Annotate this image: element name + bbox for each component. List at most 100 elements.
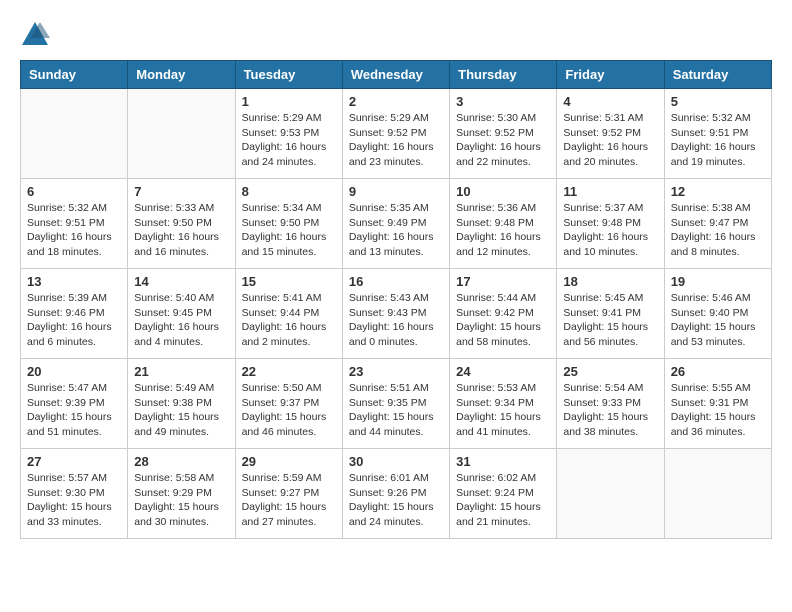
day-number: 27: [27, 454, 121, 469]
calendar-cell: 7 Sunrise: 5:33 AM Sunset: 9:50 PM Daylig…: [128, 179, 235, 269]
day-number: 5: [671, 94, 765, 109]
calendar-cell: [557, 449, 664, 539]
calendar-cell: 3Sunrise: 5:30 AM Sunset: 9:52 PM Daylig…: [450, 89, 557, 179]
day-number: 19: [671, 274, 765, 289]
day-number: 31: [456, 454, 550, 469]
calendar-cell: 22Sunrise: 5:50 AM Sunset: 9:37 PM Dayli…: [235, 359, 342, 449]
day-info: Sunrise: 5:39 AM Sunset: 9:46 PM Dayligh…: [27, 291, 121, 350]
day-number: 20: [27, 364, 121, 379]
day-number: 28: [134, 454, 228, 469]
calendar-cell: 14 Sunrise: 5:40 AM Sunset: 9:45 PM Dayli…: [128, 269, 235, 359]
calendar-cell: 19 Sunrise: 5:46 AM Sunset: 9:40 PM Dayli…: [664, 269, 771, 359]
calendar-cell: 11Sunrise: 5:37 AM Sunset: 9:48 PM Dayli…: [557, 179, 664, 269]
day-header-monday: Monday: [128, 61, 235, 89]
day-info: Sunrise: 5:57 AM Sunset: 9:30 PM Dayligh…: [27, 471, 121, 530]
calendar-cell: 5 Sunrise: 5:32 AM Sunset: 9:51 PM Daylig…: [664, 89, 771, 179]
calendar-cell: 24Sunrise: 5:53 AM Sunset: 9:34 PM Dayli…: [450, 359, 557, 449]
day-number: 23: [349, 364, 443, 379]
calendar-cell: 13 Sunrise: 5:39 AM Sunset: 9:46 PM Dayli…: [21, 269, 128, 359]
day-number: 25: [563, 364, 657, 379]
calendar-cell: 31 Sunrise: 6:02 AM Sunset: 9:24 PM Dayli…: [450, 449, 557, 539]
day-number: 1: [242, 94, 336, 109]
day-info: Sunrise: 5:47 AM Sunset: 9:39 PM Dayligh…: [27, 381, 121, 440]
calendar-cell: [664, 449, 771, 539]
day-header-tuesday: Tuesday: [235, 61, 342, 89]
week-row-1: 1 Sunrise: 5:29 AM Sunset: 9:53 PM Daylig…: [21, 89, 772, 179]
day-info: Sunrise: 5:34 AM Sunset: 9:50 PM Dayligh…: [242, 201, 336, 260]
day-header-wednesday: Wednesday: [342, 61, 449, 89]
day-number: 16: [349, 274, 443, 289]
week-row-5: 27 Sunrise: 5:57 AM Sunset: 9:30 PM Dayli…: [21, 449, 772, 539]
calendar-cell: 2 Sunrise: 5:29 AM Sunset: 9:52 PM Daylig…: [342, 89, 449, 179]
calendar-cell: 27 Sunrise: 5:57 AM Sunset: 9:30 PM Dayli…: [21, 449, 128, 539]
day-header-thursday: Thursday: [450, 61, 557, 89]
day-info: Sunrise: 5:33 AM Sunset: 9:50 PM Dayligh…: [134, 201, 228, 260]
calendar-cell: 18Sunrise: 5:45 AM Sunset: 9:41 PM Dayli…: [557, 269, 664, 359]
day-header-friday: Friday: [557, 61, 664, 89]
calendar-cell: 28Sunrise: 5:58 AM Sunset: 9:29 PM Dayli…: [128, 449, 235, 539]
calendar-cell: 29Sunrise: 5:59 AM Sunset: 9:27 PM Dayli…: [235, 449, 342, 539]
calendar-cell: 25 Sunrise: 5:54 AM Sunset: 9:33 PM Dayli…: [557, 359, 664, 449]
logo-icon: [20, 20, 50, 50]
day-number: 26: [671, 364, 765, 379]
day-number: 8: [242, 184, 336, 199]
day-number: 14: [134, 274, 228, 289]
day-number: 11: [563, 184, 657, 199]
header: [20, 20, 772, 50]
day-info: Sunrise: 5:43 AM Sunset: 9:43 PM Dayligh…: [349, 291, 443, 350]
day-number: 24: [456, 364, 550, 379]
day-info: Sunrise: 5:38 AM Sunset: 9:47 PM Dayligh…: [671, 201, 765, 260]
day-info: Sunrise: 6:01 AM Sunset: 9:26 PM Dayligh…: [349, 471, 443, 530]
calendar-cell: 4 Sunrise: 5:31 AM Sunset: 9:52 PM Daylig…: [557, 89, 664, 179]
day-info: Sunrise: 5:54 AM Sunset: 9:33 PM Dayligh…: [563, 381, 657, 440]
day-info: Sunrise: 5:29 AM Sunset: 9:53 PM Dayligh…: [242, 111, 336, 170]
day-header-saturday: Saturday: [664, 61, 771, 89]
calendar-cell: 17 Sunrise: 5:44 AM Sunset: 9:42 PM Dayli…: [450, 269, 557, 359]
day-number: 13: [27, 274, 121, 289]
day-info: Sunrise: 5:29 AM Sunset: 9:52 PM Dayligh…: [349, 111, 443, 170]
calendar-cell: 9Sunrise: 5:35 AM Sunset: 9:49 PM Daylig…: [342, 179, 449, 269]
calendar-cell: 10 Sunrise: 5:36 AM Sunset: 9:48 PM Dayli…: [450, 179, 557, 269]
calendar-cell: 26 Sunrise: 5:55 AM Sunset: 9:31 PM Dayli…: [664, 359, 771, 449]
calendar-cell: 23Sunrise: 5:51 AM Sunset: 9:35 PM Dayli…: [342, 359, 449, 449]
day-info: Sunrise: 5:50 AM Sunset: 9:37 PM Dayligh…: [242, 381, 336, 440]
calendar-cell: [128, 89, 235, 179]
day-number: 10: [456, 184, 550, 199]
calendar-cell: 12 Sunrise: 5:38 AM Sunset: 9:47 PM Dayli…: [664, 179, 771, 269]
day-number: 18: [563, 274, 657, 289]
calendar-cell: 8 Sunrise: 5:34 AM Sunset: 9:50 PM Daylig…: [235, 179, 342, 269]
day-info: Sunrise: 5:49 AM Sunset: 9:38 PM Dayligh…: [134, 381, 228, 440]
day-number: 4: [563, 94, 657, 109]
day-info: Sunrise: 5:40 AM Sunset: 9:45 PM Dayligh…: [134, 291, 228, 350]
logo: [20, 20, 55, 50]
day-header-sunday: Sunday: [21, 61, 128, 89]
day-info: Sunrise: 5:31 AM Sunset: 9:52 PM Dayligh…: [563, 111, 657, 170]
day-number: 7: [134, 184, 228, 199]
calendar-cell: 1 Sunrise: 5:29 AM Sunset: 9:53 PM Daylig…: [235, 89, 342, 179]
day-info: Sunrise: 5:44 AM Sunset: 9:42 PM Dayligh…: [456, 291, 550, 350]
calendar-cell: 15Sunrise: 5:41 AM Sunset: 9:44 PM Dayli…: [235, 269, 342, 359]
day-number: 17: [456, 274, 550, 289]
day-info: Sunrise: 5:46 AM Sunset: 9:40 PM Dayligh…: [671, 291, 765, 350]
calendar-cell: 21 Sunrise: 5:49 AM Sunset: 9:38 PM Dayli…: [128, 359, 235, 449]
day-info: Sunrise: 5:59 AM Sunset: 9:27 PM Dayligh…: [242, 471, 336, 530]
day-number: 21: [134, 364, 228, 379]
day-number: 3: [456, 94, 550, 109]
calendar-cell: 16 Sunrise: 5:43 AM Sunset: 9:43 PM Dayli…: [342, 269, 449, 359]
calendar: SundayMondayTuesdayWednesdayThursdayFrid…: [20, 60, 772, 539]
day-info: Sunrise: 5:32 AM Sunset: 9:51 PM Dayligh…: [27, 201, 121, 260]
calendar-cell: 6 Sunrise: 5:32 AM Sunset: 9:51 PM Daylig…: [21, 179, 128, 269]
day-number: 2: [349, 94, 443, 109]
day-number: 12: [671, 184, 765, 199]
week-row-2: 6 Sunrise: 5:32 AM Sunset: 9:51 PM Daylig…: [21, 179, 772, 269]
day-number: 15: [242, 274, 336, 289]
day-info: Sunrise: 5:32 AM Sunset: 9:51 PM Dayligh…: [671, 111, 765, 170]
day-number: 30: [349, 454, 443, 469]
day-info: Sunrise: 6:02 AM Sunset: 9:24 PM Dayligh…: [456, 471, 550, 530]
calendar-cell: [21, 89, 128, 179]
day-info: Sunrise: 5:36 AM Sunset: 9:48 PM Dayligh…: [456, 201, 550, 260]
day-info: Sunrise: 5:55 AM Sunset: 9:31 PM Dayligh…: [671, 381, 765, 440]
day-number: 6: [27, 184, 121, 199]
header-row: SundayMondayTuesdayWednesdayThursdayFrid…: [21, 61, 772, 89]
day-number: 9: [349, 184, 443, 199]
